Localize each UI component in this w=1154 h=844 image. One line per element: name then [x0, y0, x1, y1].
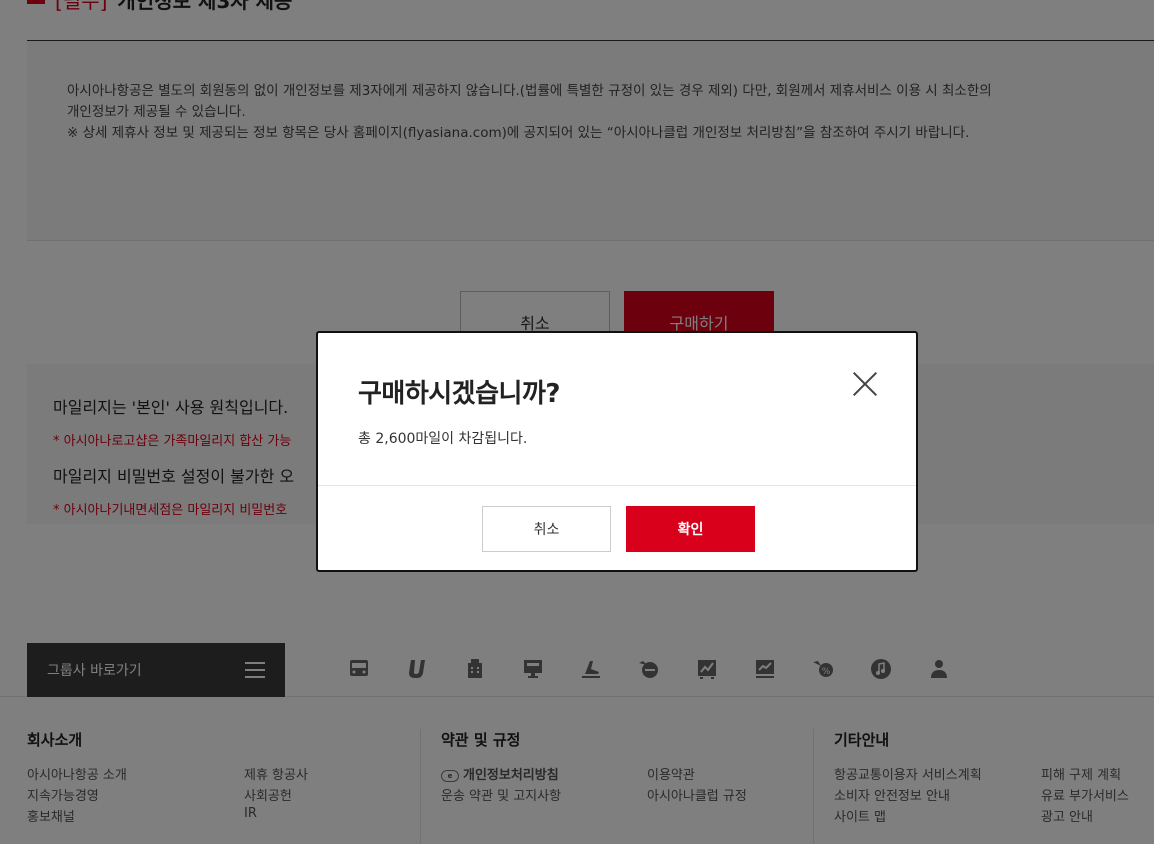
close-icon[interactable]: [852, 371, 878, 397]
dialog-confirm-button[interactable]: 확인: [626, 506, 755, 552]
dialog-title: 구매하시겠습니까?: [358, 379, 560, 409]
dialog-divider: [318, 485, 916, 486]
dialog-button-row: 취소 확인: [482, 506, 755, 552]
dialog-cancel-button[interactable]: 취소: [482, 506, 611, 552]
dialog-message: 총 2,600마일이 차감됩니다.: [358, 431, 528, 447]
purchase-confirm-dialog: 구매하시겠습니까? 총 2,600마일이 차감됩니다. 취소 확인: [316, 331, 918, 572]
